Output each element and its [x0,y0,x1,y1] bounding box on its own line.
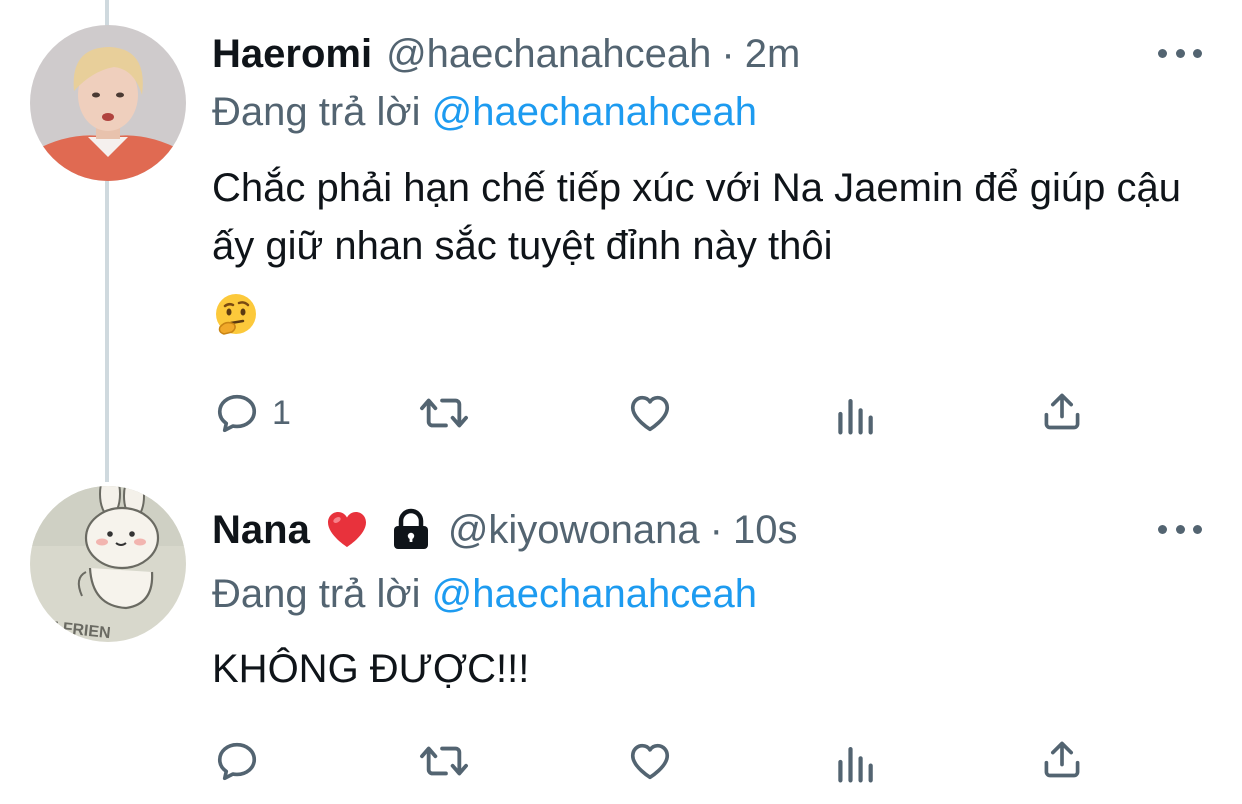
replying-to-label: Đang trả lời [212,90,421,134]
share-button[interactable] [1040,736,1084,782]
thinking-face-icon [216,294,256,335]
user-handle[interactable]: @kiyowonana [448,508,700,553]
analytics-button[interactable] [834,392,878,436]
replying-to: Đang trả lời @haechanahceah [212,572,757,617]
share-icon [1044,741,1080,778]
reply-button[interactable] [214,738,272,784]
share-button[interactable] [1040,388,1084,434]
tweet-text: KHÔNG ĐƯỢC!!! [212,647,530,691]
display-name[interactable]: Nana [212,508,310,553]
tweet-header: Nana @kiyowonana · 10s [212,505,798,555]
more-options-icon[interactable] [1158,43,1202,63]
like-button[interactable] [626,390,674,436]
lock-icon [393,508,428,549]
separator-dot: · [709,507,723,552]
red-heart-icon [327,512,366,547]
profile-photo [30,25,186,181]
replying-to-mention[interactable]: @haechanahceah [432,90,757,134]
like-button[interactable] [626,738,674,784]
analytics-icon [838,399,873,435]
retweet-icon [420,746,468,776]
share-icon [1044,393,1080,430]
timestamp[interactable]: 2m [745,32,801,77]
replying-to-mention[interactable]: @haechanahceah [432,572,757,616]
reply-icon [217,742,257,781]
analytics-button[interactable] [834,740,878,784]
timestamp[interactable]: 10s [733,508,798,553]
retweet-icon [420,398,468,428]
more-options-icon[interactable] [1158,519,1202,539]
tweet-text: Chắc phải hạn chế tiếp xúc với Na Jaemin… [212,166,1182,268]
display-name[interactable]: Haeromi [212,32,372,77]
user-handle[interactable]: @haechanahceah [386,32,711,77]
replying-to-label: Đang trả lời [212,572,421,616]
tweet-header: Haeromi @haechanahceah · 2m [212,29,800,79]
replying-to: Đang trả lời @haechanahceah [212,90,757,135]
like-icon [630,395,670,432]
retweet-button[interactable] [416,738,472,784]
avatar[interactable]: E FRIEN [30,486,186,642]
reply-button[interactable]: 1 [214,390,291,436]
separator-dot: · [721,31,735,76]
retweet-button[interactable] [416,390,472,436]
reply-count: 1 [272,393,291,432]
analytics-icon [838,747,873,783]
like-icon [630,743,670,780]
profile-photo: E FRIEN [30,486,186,642]
reply-icon [217,394,257,433]
avatar[interactable] [30,25,186,181]
